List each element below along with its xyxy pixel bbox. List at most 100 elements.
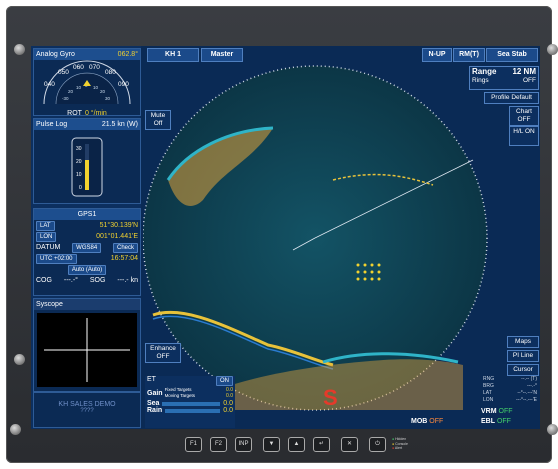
sea-label: Sea [147,400,160,407]
sea-slider[interactable] [162,401,221,406]
profile-label: Profile [491,94,510,101]
rain-value: 0.0 [223,407,233,414]
master-button[interactable]: Master [201,48,243,62]
log-scale: 10 [76,172,82,178]
mute-label: Mute [150,112,166,119]
f1-key[interactable]: F1 [185,437,202,452]
syscope-panel[interactable]: Syscope [33,298,141,392]
gps-title: GPS1 [77,211,97,218]
et-label: ET [147,376,156,383]
sog-label: SOG [89,277,106,284]
screw-icon [14,44,25,55]
gyro-tick: 080 [105,69,116,76]
nup-button[interactable]: N-UP [422,48,452,62]
enhance-button[interactable]: Enhance OFF [145,343,181,363]
chart-button[interactable]: Chart OFF [509,106,539,126]
range-label: Range [472,67,497,76]
rot-label: ROT [67,110,82,117]
sea-stab-button[interactable]: Sea Stab [486,48,538,62]
rain-label: Rain [147,407,163,414]
brg-value: ---.-° [526,383,537,389]
gyro-tick: 050 [58,69,69,76]
gps-panel[interactable]: GPS1 LAT 51°30.139'N LON 001°01.441'E DATU… [33,208,141,296]
range-value: 12 NM [512,67,536,76]
power-icon[interactable]: ⏻ [369,437,386,452]
sea-value: 0.0 [223,400,233,407]
log-level-bar [85,160,89,190]
rings-state: OFF [523,77,536,84]
log-gauge: 30 20 10 0 [71,137,103,197]
moving-targets-label: Moving Targets [164,393,195,398]
screw-icon [14,354,25,365]
lat-button[interactable]: LAT [36,220,55,231]
mob-state: OFF [429,418,444,425]
gyro-panel[interactable]: Analog Gyro 062.8° 040 050 060 070 080 09… [33,48,141,117]
tab-syscope[interactable]: Syscope [36,299,63,310]
mode-select[interactable]: Auto (Auto) [67,264,107,275]
cursor-button[interactable]: Cursor [507,364,539,376]
own-ship-marker: S [323,385,338,410]
ebl-button[interactable]: EBL OFF [481,418,511,425]
et-toggle[interactable]: ON [216,376,233,386]
legend-item: Console [395,441,408,446]
gyro-inner-tick: 10 [76,85,82,90]
enter-icon[interactable]: ↵ [313,437,330,452]
demo-line1: KH SALES DEMO [58,401,116,408]
kh-selector[interactable]: KH 1 [147,48,199,62]
cog-value: ---.-° [63,277,78,284]
vrm-button[interactable]: VRM OFF [481,408,513,415]
sog-value: ---.- kn [117,277,138,284]
gain-panel[interactable]: ET ON Gain Fixed Targets Moving Targets 0.0 0… [145,376,235,428]
gyro-inner-tick: 10 [93,85,99,90]
gyro-title: Analog Gyro [36,51,75,58]
down-arrow-icon[interactable]: ▼ [263,437,280,452]
log-scale: 0 [79,185,82,191]
screw-icon [547,44,558,55]
utc-button[interactable]: UTC +02:00 [36,253,77,264]
gyro-dial: 040 050 060 070 080 090 -30 20 10 0 10 2… [43,60,131,105]
gyro-inner-tick: -30 [62,96,69,101]
inp-key[interactable]: INP [235,437,252,452]
gyro-inner-tick: 30 [105,96,111,101]
hl-button[interactable]: H/L ON [509,126,539,146]
f2-key[interactable]: F2 [210,437,227,452]
ebl-label: EBL [481,418,495,425]
gyro-inner-tick: 20 [100,89,106,94]
radar-ppi[interactable]: S [143,60,540,429]
close-icon[interactable]: ✕ [341,437,358,452]
gyro-inner-tick: 20 [68,89,74,94]
screw-icon [10,424,21,435]
pi-line-button[interactable]: PI Line [507,350,539,362]
rng-label: RNG [483,376,495,382]
check-button[interactable]: Check [112,242,138,253]
fixed-targets-label: Fixed Targets [164,387,192,392]
rm-button[interactable]: RM(T) [453,48,485,62]
demo-line2: ???? [80,408,94,414]
enhance-label: Enhance [150,345,176,352]
profile-button[interactable]: Profile Default [484,92,539,104]
mute-button[interactable]: Mute Off [145,110,171,130]
screw-icon [547,424,558,435]
ebl-state: OFF [496,418,511,425]
lon-label: LON [483,397,494,403]
up-arrow-icon[interactable]: ▲ [288,437,305,452]
log-title: Pulse Log [36,121,68,128]
log-scale: 30 [76,146,82,152]
gyro-tick: 070 [89,64,100,71]
log-panel[interactable]: Pulse Log 21.5 kn (W) 30 20 10 0 [33,118,141,204]
rot-value: 0 °/min [84,110,107,117]
rain-slider[interactable] [165,408,221,413]
log-scale: 20 [76,159,82,165]
gain-targets: Fixed Targets Moving Targets [165,387,195,399]
rng-value: --.-- (T) [521,376,537,382]
range-box[interactable]: Range 12 NM Rings OFF [469,66,539,90]
gyro-tick: 060 [73,64,84,71]
mob-button[interactable]: MOB OFF [411,418,443,425]
lon-button[interactable]: LON [36,231,57,242]
lat-label: LAT [483,390,492,396]
maps-button[interactable]: Maps [507,336,539,348]
moving-value: 0.0 [226,393,233,399]
syscope-display [37,313,137,387]
datum-select[interactable]: WGS84 [72,242,102,253]
enhance-state: OFF [156,353,170,360]
